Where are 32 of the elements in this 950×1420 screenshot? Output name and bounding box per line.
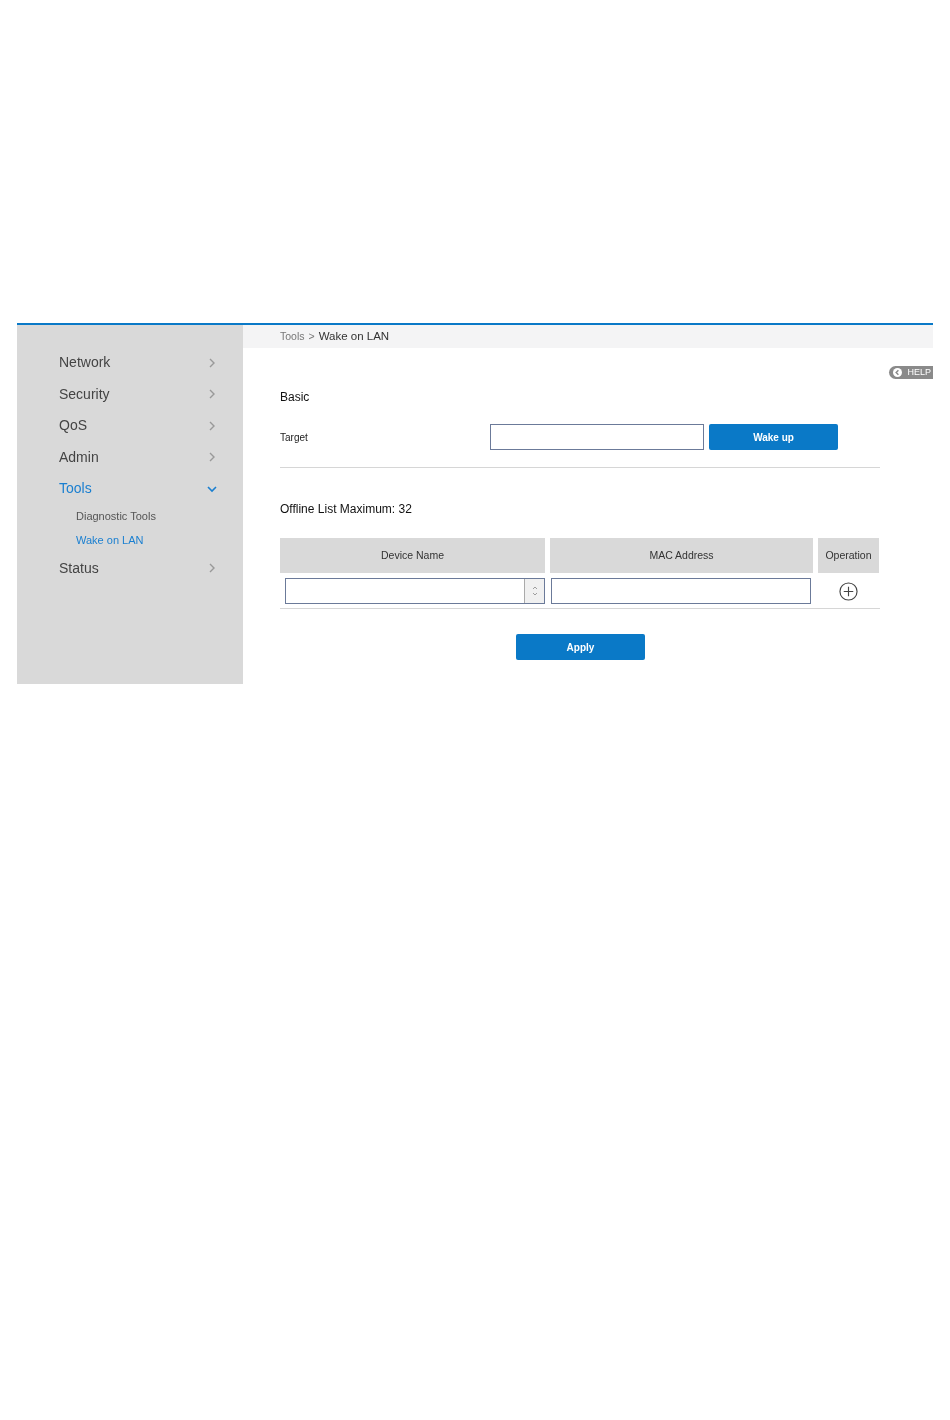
column-header: Operation [818, 538, 879, 573]
breadcrumb-separator: > [308, 328, 315, 344]
back-arrow-icon [893, 368, 903, 377]
chevron-right-icon [207, 563, 217, 574]
mac-address-field[interactable] [551, 578, 811, 604]
section-title: Basic [280, 389, 311, 406]
device-name-field[interactable] [285, 578, 545, 604]
section-title: Offline List Maximum: 32 [280, 501, 413, 518]
chevron-right-icon [207, 389, 217, 400]
sidebar-item[interactable]: Admin [59, 441, 217, 473]
help-button[interactable]: HELP [889, 366, 933, 379]
add-icon[interactable] [839, 581, 858, 601]
chevron-down-icon [207, 483, 217, 494]
target-field[interactable] [490, 424, 704, 450]
wake-up-button[interactable]: Wake up [709, 424, 838, 450]
breadcrumb-current: Wake on LAN [318, 328, 390, 344]
chevron-right-icon [207, 452, 217, 463]
spinner-icon [531, 585, 538, 597]
apply-button[interactable]: Apply [516, 634, 645, 660]
chevron-right-icon [207, 420, 217, 431]
column-header: MAC Address [550, 538, 813, 573]
sidebar-item[interactable]: Security [59, 378, 217, 410]
column-header: Device Name [280, 538, 545, 573]
sidebar-item[interactable]: Status [59, 552, 217, 584]
field-label: Target [280, 430, 309, 445]
sidebar-item[interactable]: Network [59, 347, 217, 379]
breadcrumb-link[interactable]: Tools [280, 328, 305, 345]
sidebar-subitem[interactable]: Wake on LAN [59, 528, 217, 553]
chevron-right-icon [207, 357, 217, 368]
sidebar-item[interactable]: QoS [59, 410, 217, 442]
sidebar-subitem[interactable]: Diagnostic Tools [59, 504, 217, 529]
sidebar-item[interactable]: Tools [59, 473, 217, 505]
